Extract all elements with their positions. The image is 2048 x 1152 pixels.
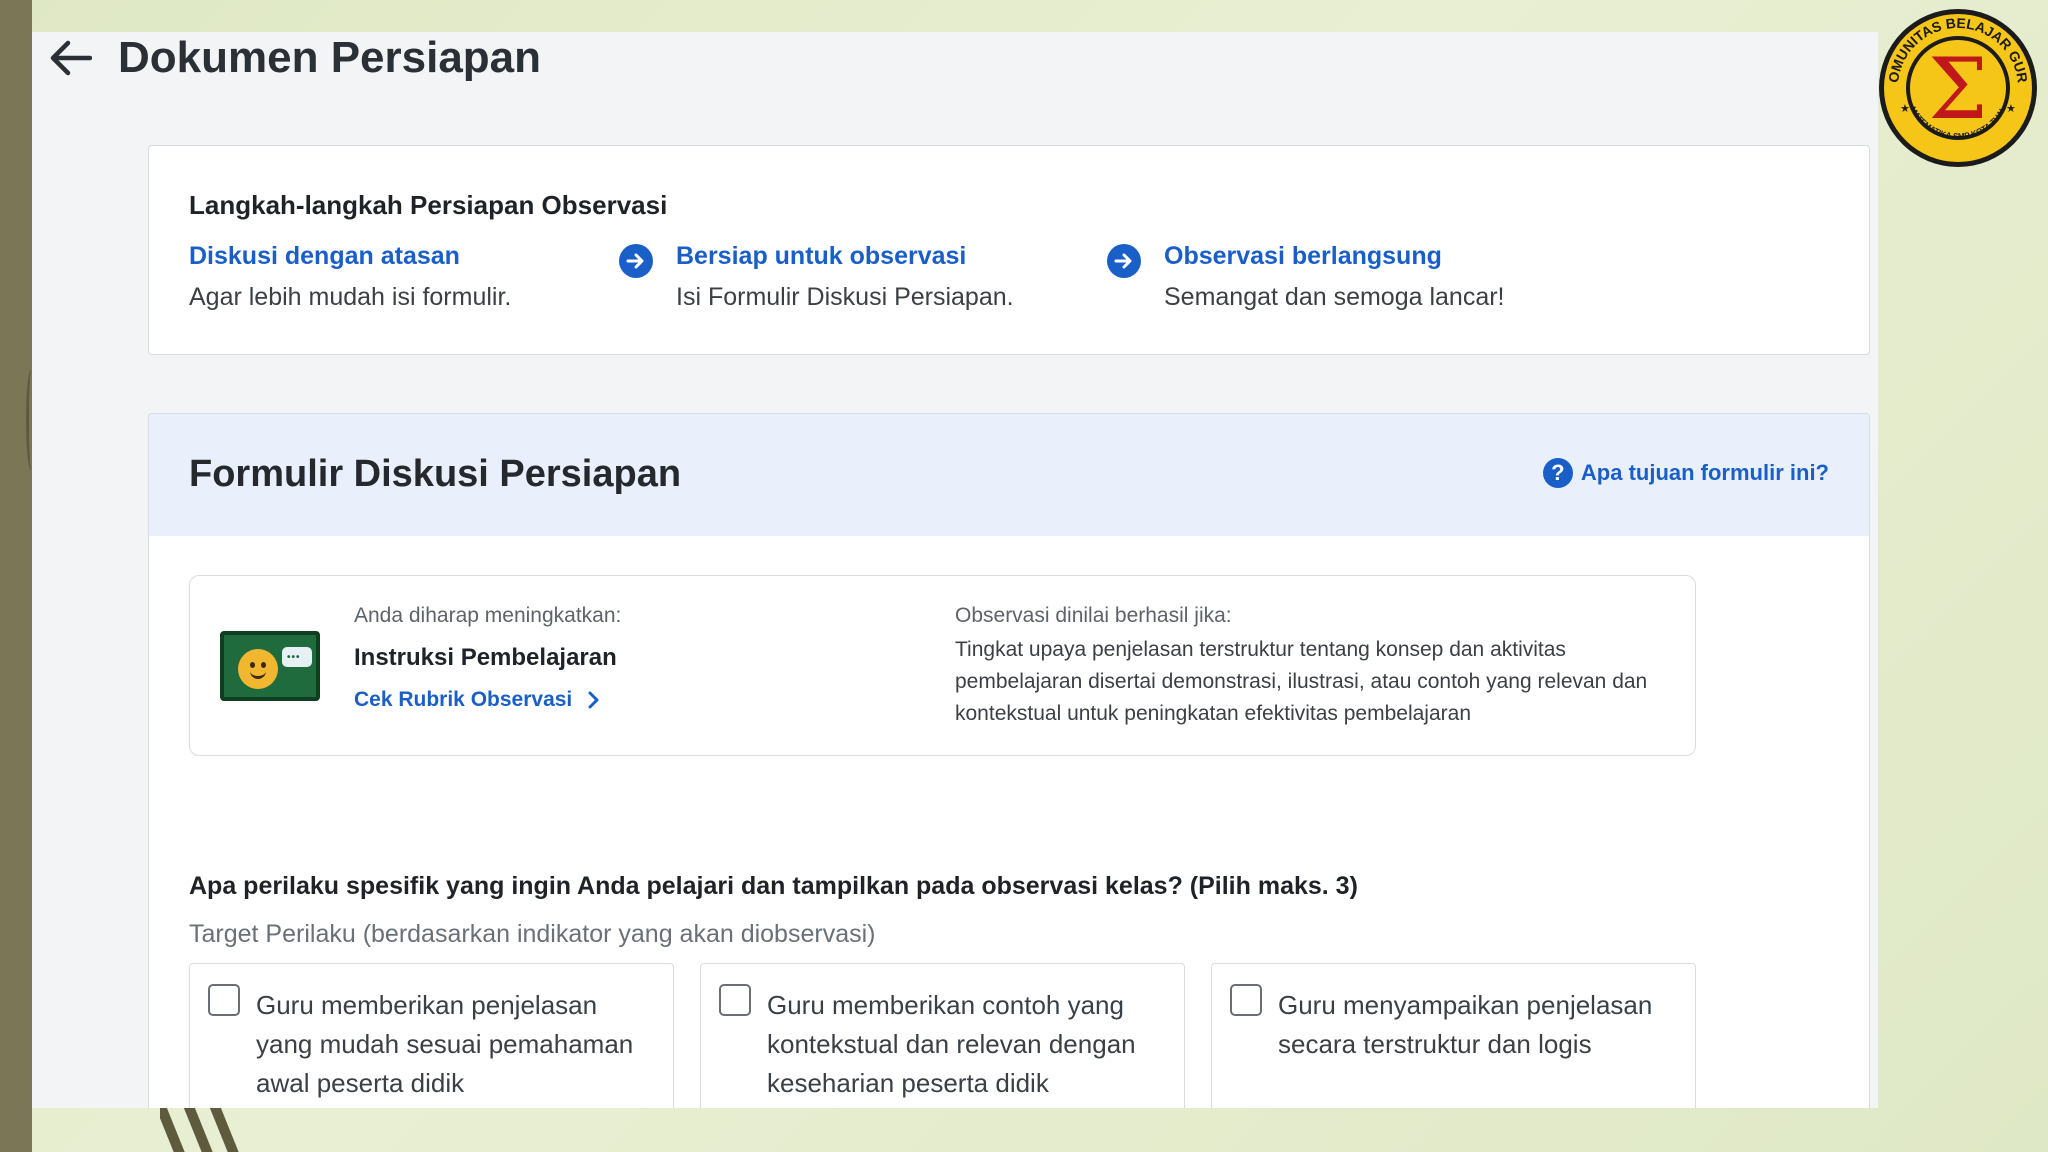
- step-3-label[interactable]: Observasi berlangsung: [1164, 242, 1505, 271]
- step-1-desc: Agar lebih mudah isi formulir.: [189, 283, 512, 311]
- steps-title: Langkah-langkah Persiapan Observasi: [189, 190, 668, 220]
- step-1: Diskusi dengan atasan Agar lebih mudah i…: [189, 242, 511, 312]
- arrow-left-icon: [50, 40, 92, 76]
- form-header: Formulir Diskusi Persiapan ? Apa tujuan …: [149, 414, 1869, 536]
- option-card-2[interactable]: Guru memberikan contoh yang kontekstual …: [700, 963, 1185, 1108]
- logo-sigma: Σ: [1928, 40, 1987, 138]
- option-1-text: Guru memberikan penjelasan yang mudah se…: [256, 990, 634, 1098]
- app-screenshot: Dokumen Persiapan Langkah-langkah Persia…: [32, 32, 1878, 1108]
- community-logo: KOMUNITAS BELAJAR GURU MATEMATIKA SMP KO…: [1876, 6, 2037, 167]
- teacher-board-icon: •••: [220, 631, 320, 701]
- option-1-checkbox[interactable]: [208, 984, 240, 1016]
- option-3-checkbox[interactable]: [1230, 984, 1262, 1016]
- target-label: Target Perilaku (berdasarkan indikator y…: [189, 920, 876, 948]
- improve-label: Anda diharap meningkatkan:: [354, 604, 622, 627]
- rubric-link[interactable]: Cek Rubrik Observasi: [354, 688, 606, 712]
- info-box: ••• Anda diharap meningkatkan: Instruksi…: [189, 575, 1696, 756]
- question-text: Apa perilaku spesifik yang ingin Anda pe…: [189, 872, 1358, 900]
- success-label: Observasi dinilai berhasil jika:: [955, 604, 1232, 627]
- svg-text:★: ★: [1900, 102, 1910, 115]
- svg-text:★: ★: [2006, 102, 2016, 115]
- option-3-text: Guru menyampaikan penjelasan secara ters…: [1278, 990, 1653, 1059]
- option-2-checkbox[interactable]: [719, 984, 751, 1016]
- help-link[interactable]: ? Apa tujuan formulir ini?: [1542, 458, 1829, 488]
- back-button[interactable]: [48, 32, 98, 84]
- arrow-right-circle-icon: [1107, 244, 1141, 278]
- help-link-text: Apa tujuan formulir ini?: [1580, 460, 1829, 485]
- step-1-label[interactable]: Diskusi dengan atasan: [189, 242, 511, 271]
- form-card: Formulir Diskusi Persiapan ? Apa tujuan …: [148, 413, 1870, 1108]
- arrow-right-circle-icon: [619, 244, 653, 278]
- left-decor-bar: [0, 0, 32, 1152]
- step-2-desc: Isi Formulir Diskusi Persiapan.: [676, 283, 1014, 311]
- option-card-1[interactable]: Guru memberikan penjelasan yang mudah se…: [189, 963, 674, 1108]
- rubric-link-text: Cek Rubrik Observasi: [354, 688, 573, 711]
- step-2-label[interactable]: Bersiap untuk observasi: [676, 242, 1014, 271]
- chevron-right-icon: [588, 691, 599, 709]
- improve-value: Instruksi Pembelajaran: [354, 644, 617, 671]
- step-2: Bersiap untuk observasi Isi Formulir Dis…: [676, 242, 1014, 312]
- step-3-desc: Semangat dan semoga lancar!: [1164, 283, 1505, 311]
- step-3: Observasi berlangsung Semangat dan semog…: [1164, 242, 1505, 312]
- decor-stripes: [160, 1108, 280, 1152]
- option-card-3[interactable]: Guru menyampaikan penjelasan secara ters…: [1211, 963, 1696, 1108]
- page-header: Dokumen Persiapan: [48, 32, 541, 84]
- form-title: Formulir Diskusi Persiapan: [189, 453, 682, 495]
- steps-card: Langkah-langkah Persiapan Observasi Disk…: [148, 145, 1870, 355]
- page-title: Dokumen Persiapan: [118, 33, 542, 82]
- success-text: Tingkat upaya penjelasan terstruktur ten…: [955, 638, 1648, 725]
- question-circle-icon: ?: [1542, 458, 1573, 488]
- option-2-text: Guru memberikan contoh yang kontekstual …: [767, 990, 1136, 1098]
